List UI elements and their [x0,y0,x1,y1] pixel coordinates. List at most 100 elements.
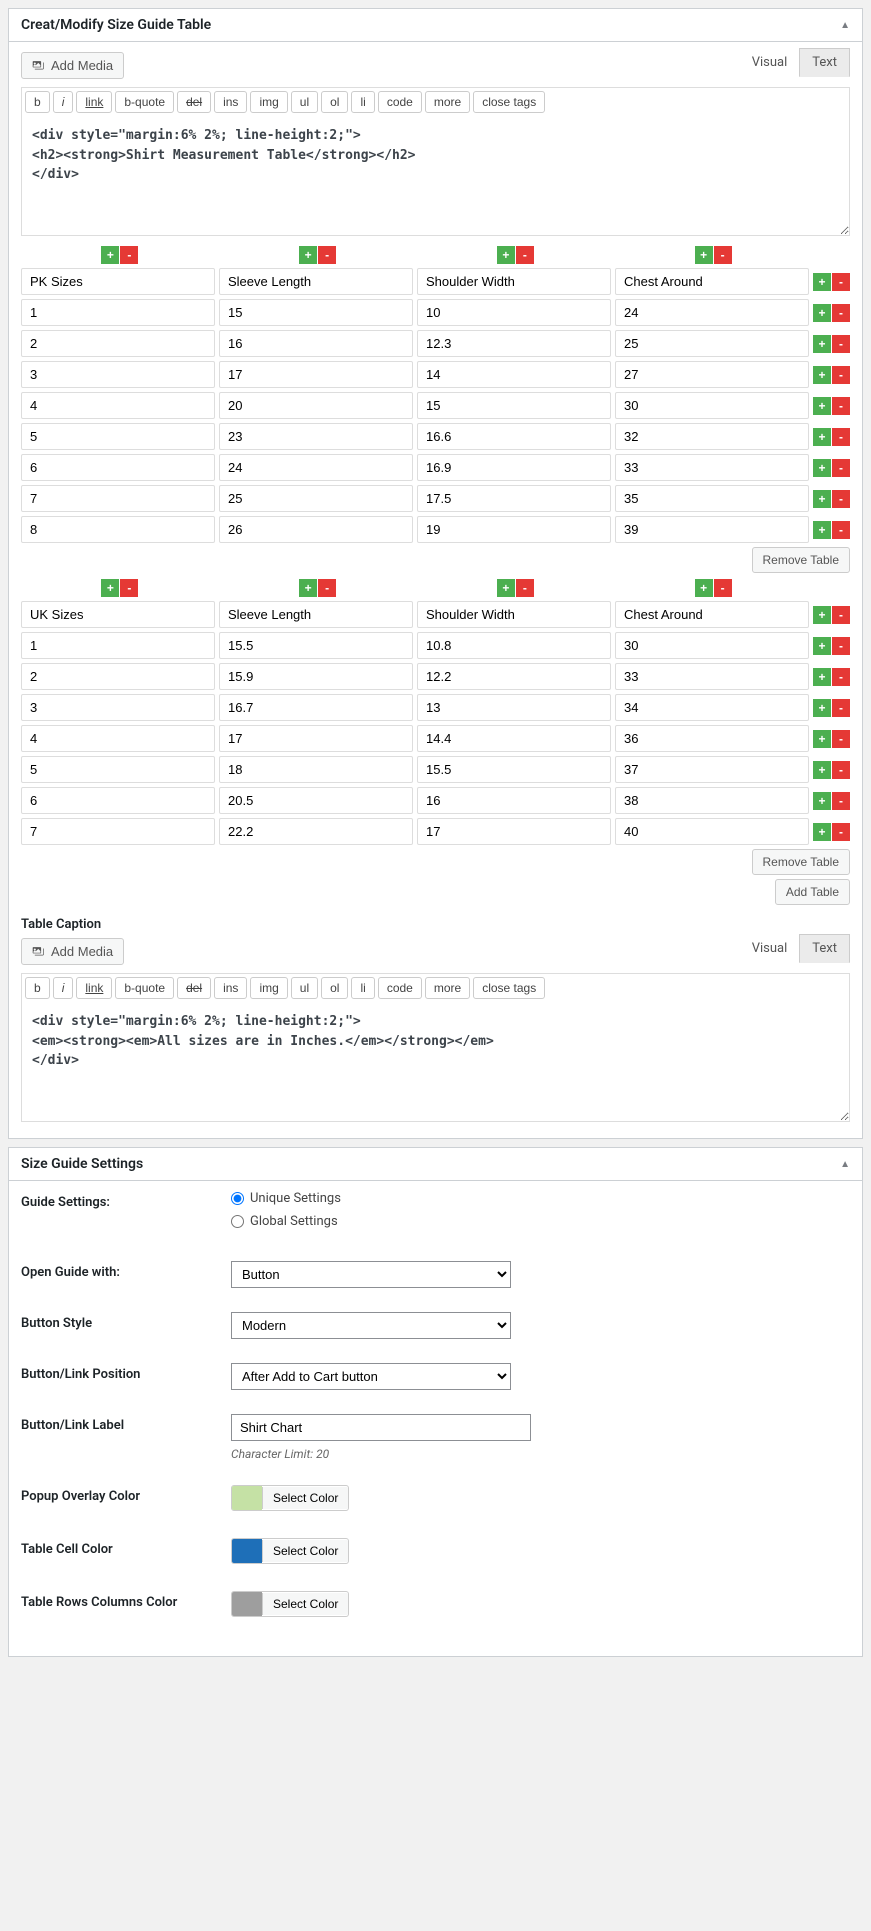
open-with-select[interactable]: Button [231,1261,511,1288]
cell-input[interactable] [21,454,215,481]
row-add[interactable]: + [813,699,831,717]
toolbar-i[interactable]: i [53,91,74,113]
cell-input[interactable] [417,299,611,326]
row-add[interactable]: + [813,668,831,686]
row-add[interactable]: + [813,490,831,508]
col-header[interactable] [21,268,215,295]
row-remove[interactable]: - [832,428,850,446]
row-remove[interactable]: - [832,366,850,384]
tab-text[interactable]: Text [799,48,850,77]
row-remove[interactable]: - [832,730,850,748]
col-remove[interactable]: - [516,246,534,264]
toolbar-closetags[interactable]: close tags [473,977,545,999]
col-remove[interactable]: - [318,246,336,264]
col-remove[interactable]: - [318,579,336,597]
cell-input[interactable] [21,423,215,450]
cell-input[interactable] [219,423,413,450]
row-remove[interactable]: - [832,521,850,539]
row-add[interactable]: + [813,637,831,655]
cell-input[interactable] [219,299,413,326]
cell-input[interactable] [219,756,413,783]
toolbar-ol[interactable]: ol [321,91,348,113]
cell-input[interactable] [219,694,413,721]
tab-visual-2[interactable]: Visual [739,934,801,963]
toolbar-closetags[interactable]: close tags [473,91,545,113]
toolbar-ul[interactable]: ul [291,977,318,999]
col-header[interactable] [615,601,809,628]
cell-input[interactable] [417,632,611,659]
cell-input[interactable] [21,392,215,419]
rows-color-button[interactable]: Select Color [262,1593,348,1615]
col-add[interactable]: + [101,246,119,264]
cell-input[interactable] [417,516,611,543]
row-add[interactable]: + [813,397,831,415]
cell-input[interactable] [615,725,809,752]
cell-input[interactable] [615,818,809,845]
add-table-button[interactable]: Add Table [775,879,850,905]
row-add[interactable]: + [813,823,831,841]
cell-input[interactable] [21,632,215,659]
remove-table-button[interactable]: Remove Table [752,547,851,573]
cell-input[interactable] [219,818,413,845]
row-remove[interactable]: - [832,668,850,686]
row-remove[interactable]: - [832,792,850,810]
cell-input[interactable] [21,756,215,783]
toolbar-img[interactable]: img [250,977,287,999]
col-remove[interactable]: - [120,579,138,597]
cell-input[interactable] [417,485,611,512]
row-add[interactable]: + [813,273,831,291]
row-add[interactable]: + [813,606,831,624]
row-add[interactable]: + [813,335,831,353]
row-add[interactable]: + [813,459,831,477]
cell-input[interactable] [219,485,413,512]
toolbar-li[interactable]: li [351,977,374,999]
cell-input[interactable] [615,485,809,512]
col-add[interactable]: + [101,579,119,597]
row-remove[interactable]: - [832,490,850,508]
cell-input[interactable] [21,787,215,814]
col-header[interactable] [417,601,611,628]
toolbar-b[interactable]: b [25,91,50,113]
cell-input[interactable] [417,423,611,450]
cell-input[interactable] [21,694,215,721]
collapse-icon[interactable]: ▲ [840,1159,850,1170]
cell-input[interactable] [417,392,611,419]
cell-input[interactable] [417,663,611,690]
toolbar-link[interactable]: link [76,91,112,113]
cell-input[interactable] [21,516,215,543]
row-remove[interactable]: - [832,606,850,624]
toolbar-link[interactable]: link [76,977,112,999]
toolbar-del[interactable]: del [177,91,211,113]
col-remove[interactable]: - [714,246,732,264]
col-add[interactable]: + [695,246,713,264]
row-add[interactable]: + [813,366,831,384]
cell-input[interactable] [615,330,809,357]
cell-input[interactable] [219,516,413,543]
cell-input[interactable] [417,361,611,388]
row-remove[interactable]: - [832,335,850,353]
cell-input[interactable] [219,330,413,357]
row-remove[interactable]: - [832,304,850,322]
code-editor-2[interactable] [21,1002,850,1122]
toolbar-ol[interactable]: ol [321,977,348,999]
toolbar-more[interactable]: more [425,91,470,113]
cell-input[interactable] [417,818,611,845]
cell-input[interactable] [417,756,611,783]
cell-input[interactable] [615,516,809,543]
row-remove[interactable]: - [832,397,850,415]
cell-input[interactable] [417,725,611,752]
cell-input[interactable] [21,330,215,357]
col-add[interactable]: + [695,579,713,597]
row-add[interactable]: + [813,521,831,539]
row-add[interactable]: + [813,304,831,322]
cell-input[interactable] [219,392,413,419]
toolbar-b[interactable]: b [25,977,50,999]
button-style-select[interactable]: Modern [231,1312,511,1339]
cell-input[interactable] [615,663,809,690]
row-remove[interactable]: - [832,459,850,477]
col-remove[interactable]: - [714,579,732,597]
cell-input[interactable] [417,454,611,481]
cell-input[interactable] [417,787,611,814]
toolbar-more[interactable]: more [425,977,470,999]
cell-input[interactable] [21,725,215,752]
